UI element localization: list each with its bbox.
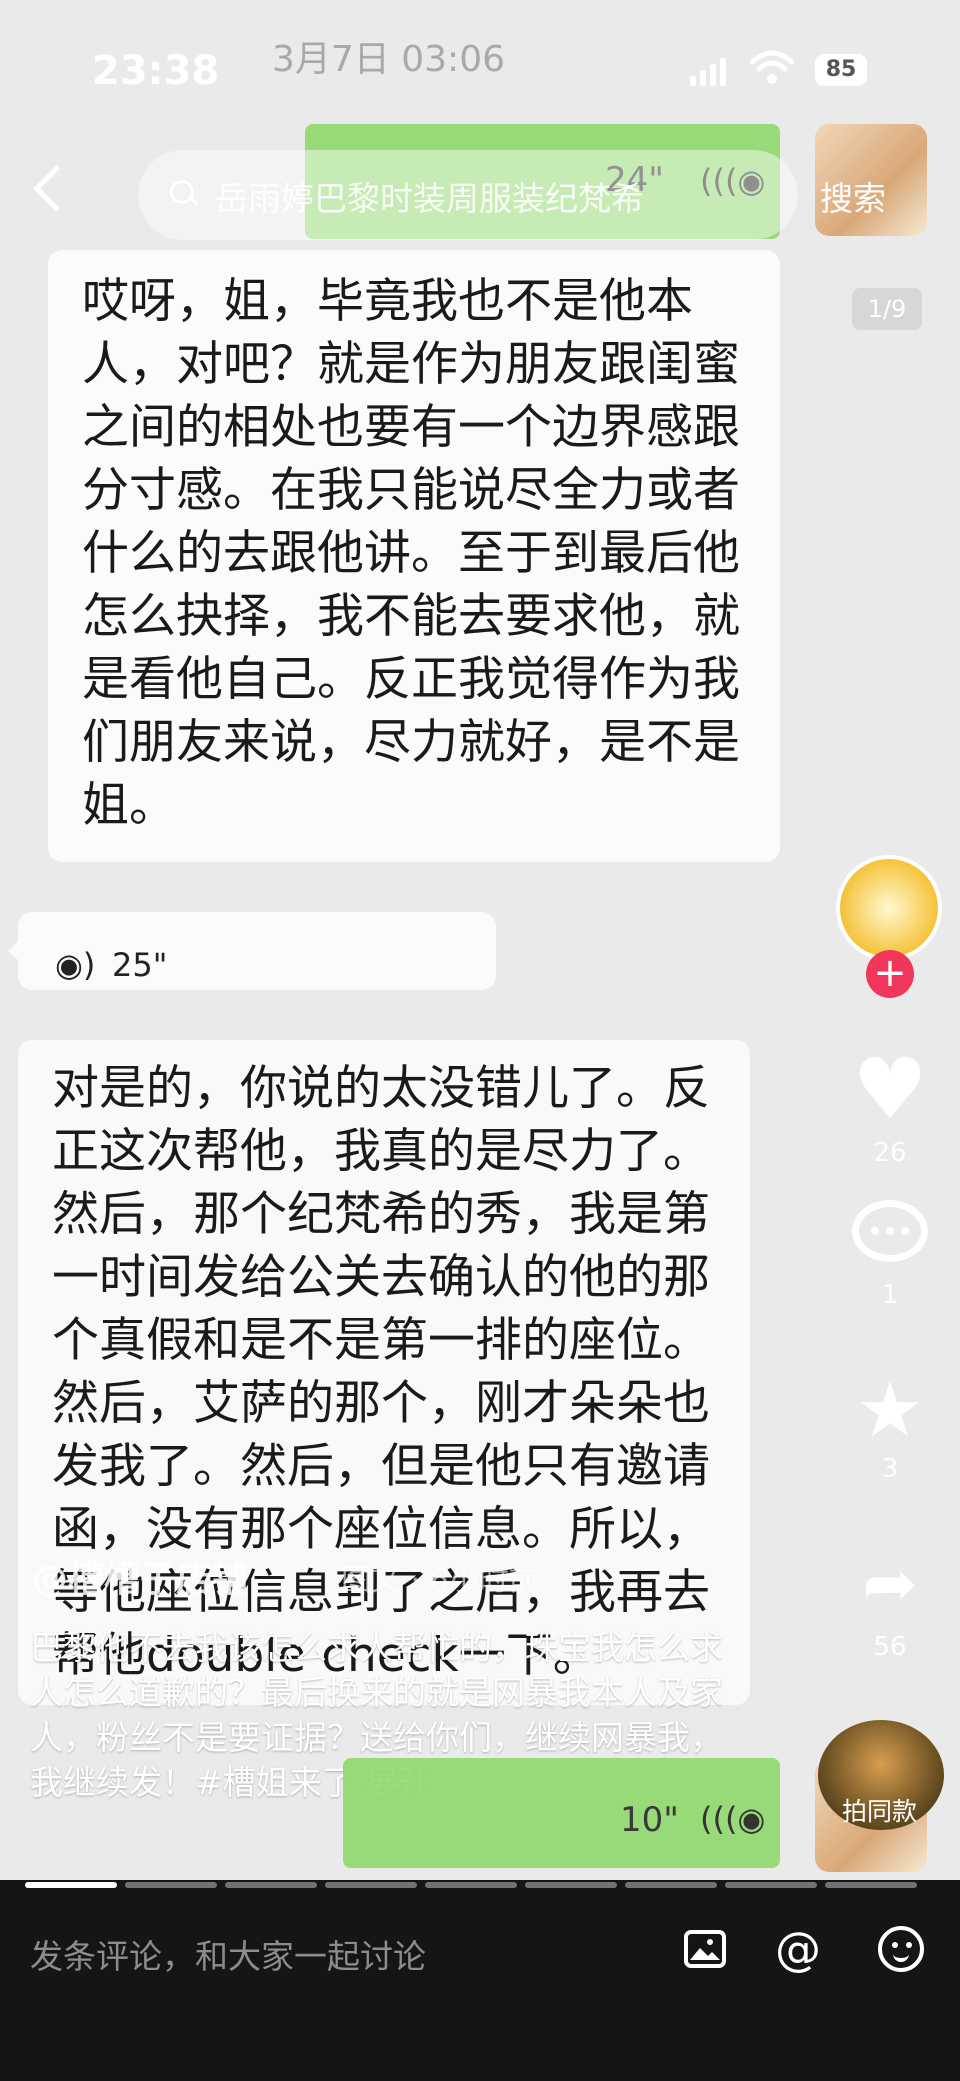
back-arrow-icon[interactable] [33, 165, 80, 212]
like-button[interactable]: ♥ 26 [840, 1040, 940, 1168]
favorite-button[interactable]: ★ 3 [840, 1365, 940, 1484]
comment-bar [0, 1880, 960, 2081]
watermark-date: 3月7日 03:06 [272, 39, 505, 80]
cellular-signal-icon [690, 58, 726, 86]
comment-input[interactable]: 发条评论，和大家一起讨论 [30, 1930, 426, 1978]
voice-duration: 25" [112, 946, 168, 984]
comment-count: 1 [881, 1280, 899, 1310]
comment-icon [852, 1200, 928, 1262]
mention-icon[interactable]: @ [775, 1922, 821, 1976]
same-style-label: 拍同款 [842, 1797, 918, 1826]
search-icon [170, 180, 194, 204]
voice-wave-icon: ◉) [55, 946, 96, 984]
voice-wave-icon: ◉))) [700, 1800, 766, 1838]
creator-avatar[interactable] [836, 855, 942, 961]
carousel-progress [25, 1882, 935, 1888]
heart-icon: ♥ [852, 1040, 928, 1138]
search-input[interactable]: 岳雨婷巴黎时装周服装纪梵希 [215, 172, 644, 220]
share-arrow-icon: ➦ [862, 1545, 918, 1622]
like-count: 26 [873, 1138, 907, 1168]
wifi-icon [750, 50, 794, 84]
image-icon[interactable] [684, 1930, 726, 1968]
favorite-count: 3 [881, 1454, 899, 1484]
post-meta: · 图文 · 6小时前 [322, 1563, 539, 1598]
author-name[interactable]: @槽槽子店铺 [32, 1550, 248, 1602]
battery-icon: 85 [815, 54, 867, 86]
share-button[interactable]: ➦ 56 [840, 1545, 940, 1662]
status-time: 23:38 [92, 48, 220, 94]
share-count: 56 [873, 1632, 907, 1662]
voice-duration-bottom: 10" [620, 1800, 679, 1840]
emoji-icon[interactable] [878, 1926, 924, 1972]
search-button[interactable]: 搜索 [820, 172, 886, 220]
page-indicator: 1/9 [852, 288, 922, 330]
chat-message-text: 哎呀，姐，毕竟我也不是他本人，对吧？就是作为朋友跟闺蜜之间的相处也要有一个边界感… [82, 274, 740, 833]
star-icon: ★ [855, 1365, 925, 1454]
comment-button[interactable]: 1 [840, 1200, 940, 1310]
follow-button[interactable]: + [866, 950, 914, 998]
